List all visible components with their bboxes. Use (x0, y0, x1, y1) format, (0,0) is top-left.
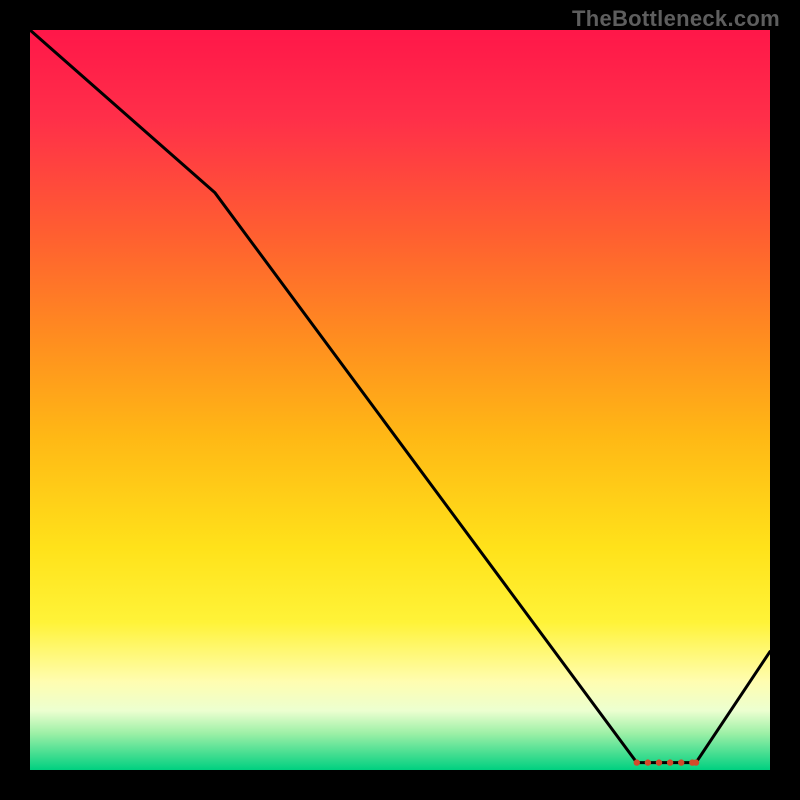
chart-frame: TheBottleneck.com (0, 0, 800, 800)
line-series-curve (30, 30, 770, 763)
plot-area (30, 30, 770, 770)
marker-dot (678, 759, 684, 765)
watermark-text: TheBottleneck.com (572, 6, 780, 32)
marker-dot (645, 759, 651, 765)
chart-svg (30, 30, 770, 770)
marker-dot (656, 759, 662, 765)
marker-dot (667, 759, 673, 765)
marker-dot (634, 759, 640, 765)
marker-dot (693, 759, 699, 765)
